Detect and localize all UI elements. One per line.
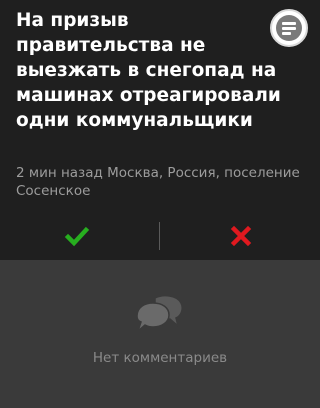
news-card: На призыв правительства не выезжать в сн… <box>0 0 320 260</box>
reject-button[interactable] <box>226 222 256 250</box>
checkmark-icon <box>64 226 90 247</box>
actions-divider <box>159 222 160 250</box>
menu-lines-icon <box>276 15 302 41</box>
approve-button[interactable] <box>62 222 92 250</box>
news-headline: На призыв правительства не выезжать в сн… <box>16 10 281 131</box>
cross-icon <box>230 225 252 247</box>
comments-section: Нет комментариев <box>0 260 320 408</box>
menu-button[interactable] <box>270 9 308 47</box>
vote-actions <box>0 218 320 254</box>
speech-bubbles-icon <box>136 294 183 334</box>
no-comments-label: Нет комментариев <box>92 350 228 366</box>
news-meta: 2 мин назад Москва, Россия, поселение Со… <box>16 165 300 199</box>
